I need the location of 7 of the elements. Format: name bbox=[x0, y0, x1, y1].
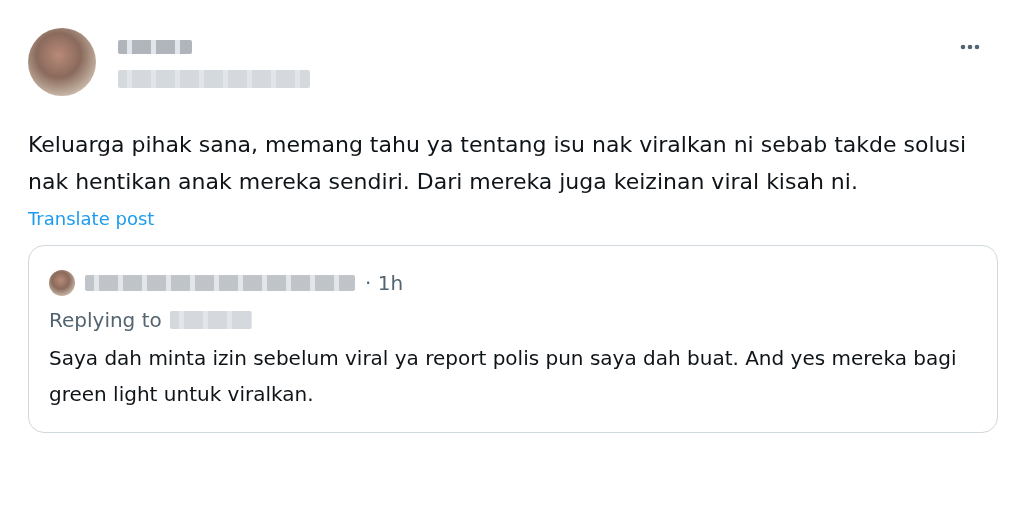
post-text: Keluarga pihak sana, memang tahu ya tentang isu nak viralkan ni sebab takde solusi nak hentikan anak mereka sendiri. Dari mereka juga keizinan viral kisah ni. bbox=[28, 131, 968, 196]
replying-label: Replying to bbox=[49, 308, 162, 332]
post-time: · 1h bbox=[365, 271, 404, 295]
more-icon[interactable] bbox=[960, 44, 980, 50]
quoted-post-card[interactable]: · 1h Replying to Saya dah minta izin sebelum viral ya report polis pun saya dah buat. And yes mereka bagi green light untuk viralkan. bbox=[28, 245, 998, 433]
avatar-placeholder bbox=[49, 270, 75, 296]
quoted-post-text: Saya dah minta izin sebelum viral ya report polis pun saya dah buat. And yes mereka bagi green light untuk viralkan. bbox=[49, 345, 958, 408]
